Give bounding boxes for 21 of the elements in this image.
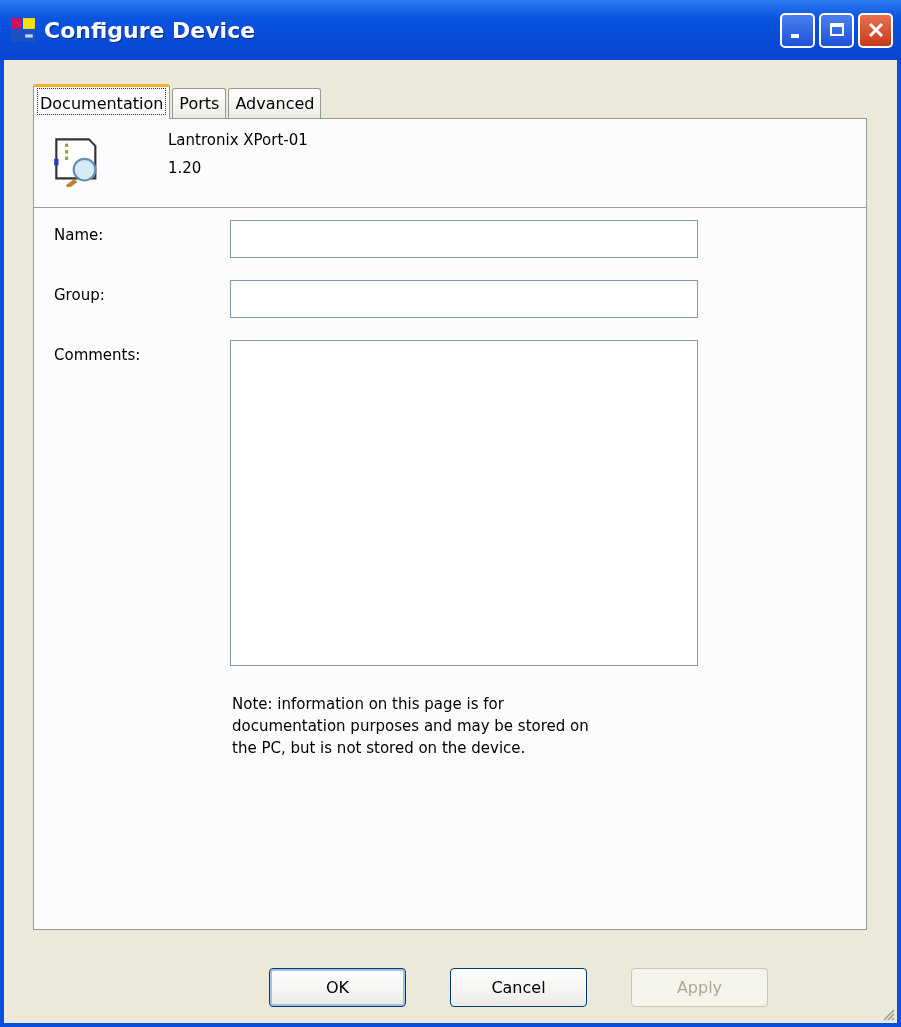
dialog-button[interactable]: OK bbox=[269, 968, 406, 1007]
input-field[interactable] bbox=[230, 220, 698, 258]
maximize-button[interactable] bbox=[819, 12, 854, 48]
field-label: Group: bbox=[54, 285, 106, 306]
input-field[interactable] bbox=[230, 280, 698, 318]
close-button[interactable] bbox=[858, 12, 893, 48]
app-icon bbox=[10, 17, 36, 43]
device-version: 1.20 bbox=[168, 159, 203, 177]
minimize-button[interactable] bbox=[780, 12, 815, 48]
minimize-icon bbox=[790, 34, 799, 38]
tab[interactable]: Ports bbox=[172, 88, 227, 118]
tab[interactable]: Documentation bbox=[33, 84, 171, 119]
resize-grip-icon bbox=[881, 1007, 895, 1021]
window-title: Configure Device bbox=[44, 17, 257, 43]
device-name: Lantronix XPort-01 bbox=[168, 131, 308, 149]
dialog-button[interactable]: Cancel bbox=[450, 968, 587, 1007]
field-label: Name: bbox=[54, 225, 105, 246]
note-text: Note: information on this page is for documentation purposes and may be stored on the PC, but is not stored on the device. bbox=[232, 694, 590, 759]
comments-field[interactable] bbox=[230, 340, 698, 666]
tab[interactable]: Advanced bbox=[228, 88, 322, 118]
field-label: Comments: bbox=[54, 345, 142, 366]
